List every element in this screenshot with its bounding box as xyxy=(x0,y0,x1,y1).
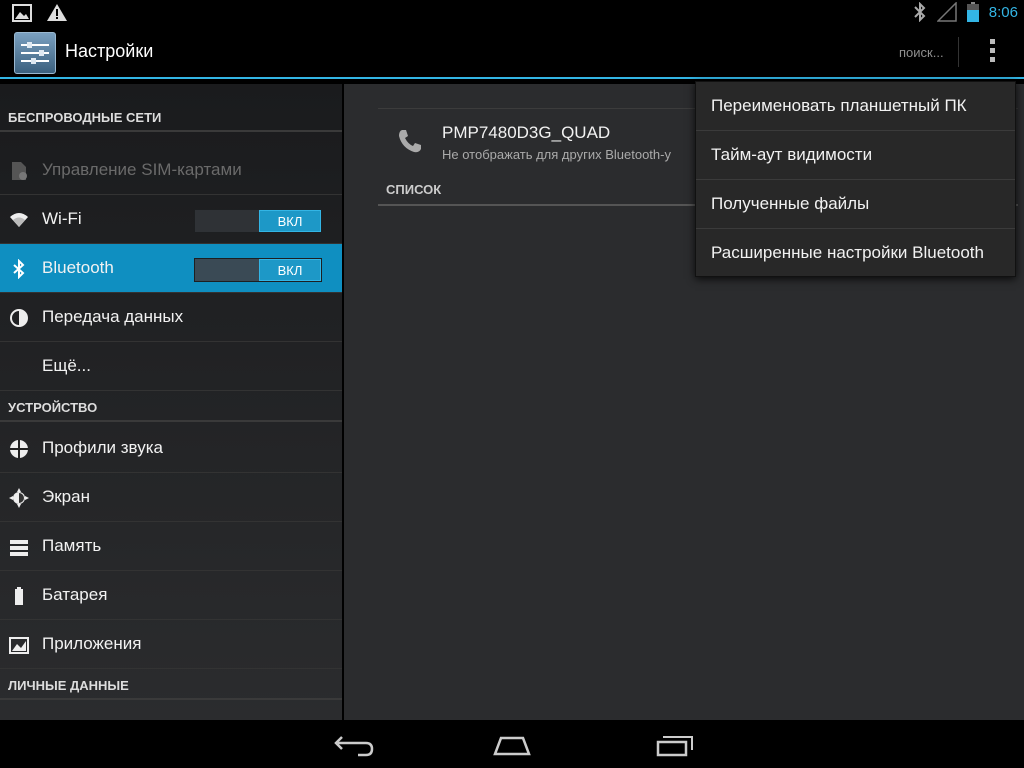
action-bar: Настройки поиск... xyxy=(0,25,1024,79)
sidebar-item-battery[interactable]: Батарея xyxy=(0,571,342,620)
battery-icon xyxy=(15,587,23,605)
warning-icon xyxy=(47,4,67,21)
sidebar-item-apps[interactable]: Приложения xyxy=(0,620,342,669)
overflow-popup-menu: Переименовать планшетный ПК Тайм-аут вид… xyxy=(695,81,1016,277)
settings-sidebar: БЕСПРОВОДНЫЕ СЕТИ Управление SIM-картами… xyxy=(0,84,342,720)
page-title: Настройки xyxy=(65,41,154,61)
battery-icon xyxy=(966,2,979,22)
clock: 8:06 xyxy=(988,3,1018,21)
status-bar: 8:06 xyxy=(0,0,1024,25)
search-button[interactable]: поиск... xyxy=(899,45,944,60)
settings-icon[interactable] xyxy=(14,32,56,74)
section-header-wireless: БЕСПРОВОДНЫЕ СЕТИ xyxy=(0,102,342,132)
overflow-menu-icon[interactable] xyxy=(984,39,1000,65)
sim-icon xyxy=(12,162,27,180)
sidebar-item-display[interactable]: Экран xyxy=(0,473,342,522)
sound-icon xyxy=(10,440,28,458)
menu-item-received-files[interactable]: Полученные файлы xyxy=(696,180,1015,229)
storage-icon xyxy=(10,540,28,556)
sidebar-item-storage[interactable]: Память xyxy=(0,522,342,571)
menu-item-rename[interactable]: Переименовать планшетный ПК xyxy=(696,82,1015,131)
sidebar-item-bluetooth[interactable]: Bluetooth ВКЛ xyxy=(0,244,342,293)
bluetooth-icon xyxy=(13,259,25,279)
image-notification-icon xyxy=(12,3,32,22)
apps-icon xyxy=(9,637,29,654)
menu-item-advanced-settings[interactable]: Расширенные настройки Bluetooth xyxy=(696,229,1015,278)
sidebar-item-wifi[interactable]: Wi-Fi ВКЛ xyxy=(0,195,342,244)
bluetooth-toggle[interactable]: ВКЛ xyxy=(194,258,322,282)
home-icon[interactable] xyxy=(487,730,537,760)
phone-icon xyxy=(399,130,421,153)
section-header-device: УСТРОЙСТВО xyxy=(0,392,342,422)
wifi-toggle[interactable]: ВКЛ xyxy=(194,209,322,233)
sidebar-item-more[interactable]: Ещё... xyxy=(0,342,342,391)
sidebar-item-data-usage[interactable]: Передача данных xyxy=(0,293,342,342)
display-icon xyxy=(9,488,29,508)
bluetooth-icon xyxy=(914,2,926,22)
sidebar-item-sim: Управление SIM-картами xyxy=(0,146,342,195)
sidebar-item-sound[interactable]: Профили звука xyxy=(0,424,342,473)
wifi-icon xyxy=(10,213,28,227)
menu-item-visibility-timeout[interactable]: Тайм-аут видимости xyxy=(696,131,1015,180)
data-usage-icon xyxy=(10,309,28,327)
action-bar-divider xyxy=(958,37,959,67)
back-icon[interactable] xyxy=(328,730,378,760)
navigation-bar xyxy=(0,720,1024,768)
section-header-personal: ЛИЧНЫЕ ДАННЫЕ xyxy=(0,670,342,700)
signal-icon xyxy=(936,2,957,22)
recent-apps-icon[interactable] xyxy=(650,730,700,760)
